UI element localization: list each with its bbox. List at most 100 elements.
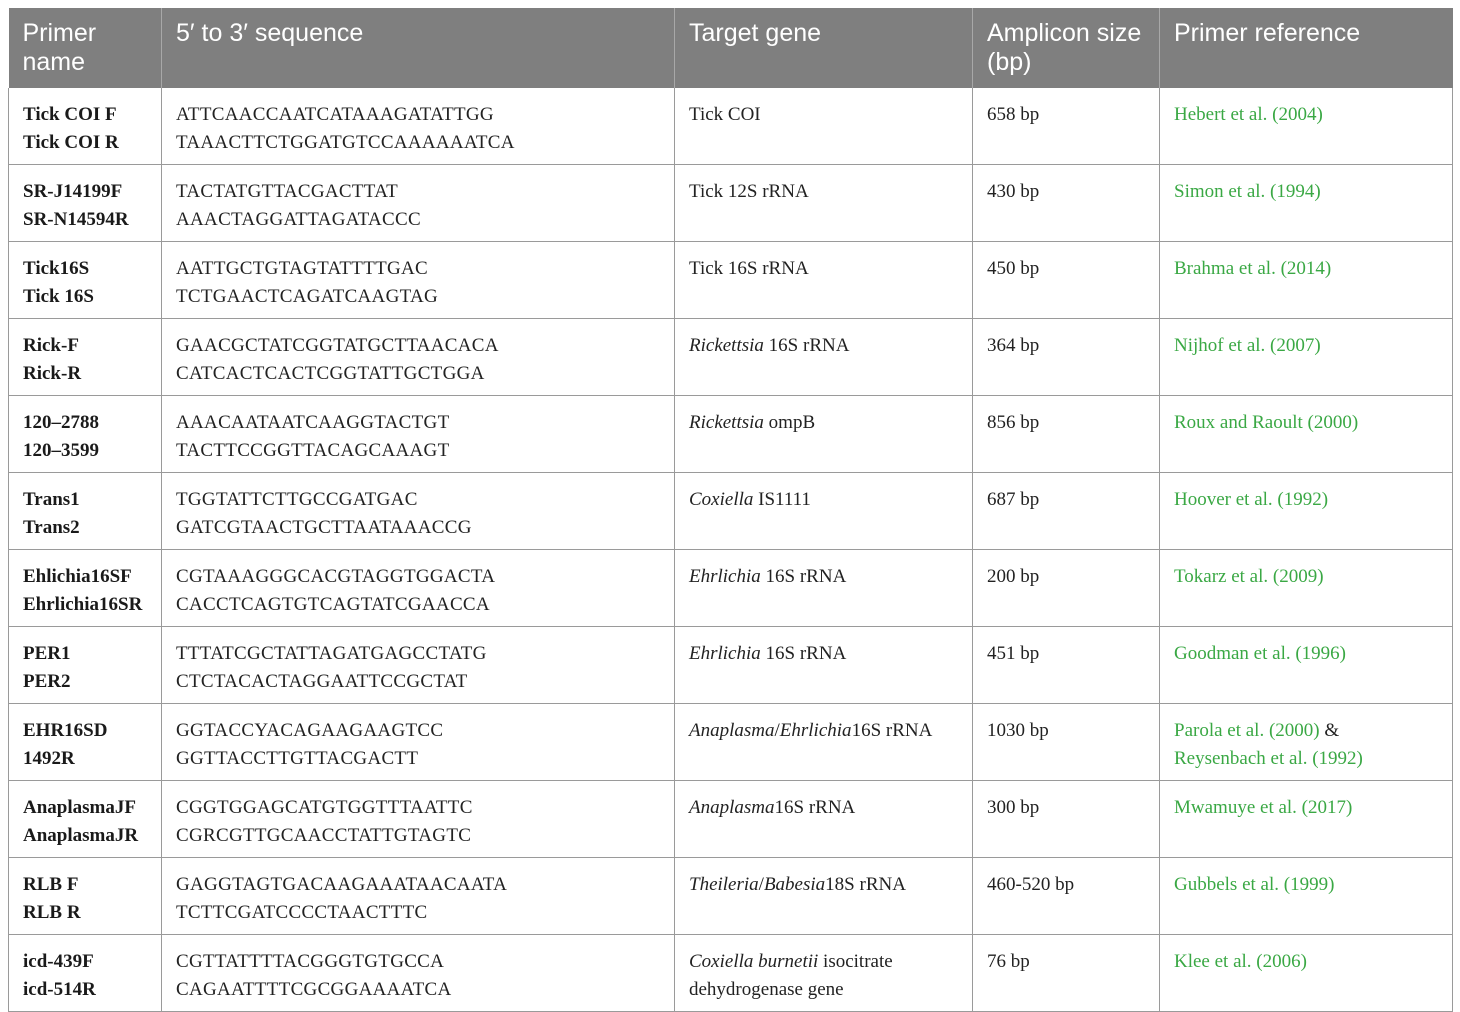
target-gene-line: Tick 16S rRNA [689, 255, 958, 283]
forward-primer-name: RLB F [23, 874, 79, 895]
table-row: 120–2788 120–3599 AAACAATAATCAAGGTACTGT TAC… [8, 395, 1453, 473]
amplicon-size: 430 bp [987, 181, 1040, 202]
reference-link[interactable]: Nijhof et al. (2007) [1174, 335, 1321, 356]
amplicon-size-cell: 658 bp [972, 88, 1160, 165]
reference-link[interactable]: Roux and Raoult (2000) [1174, 412, 1358, 433]
target-gene-line: Tick COI [689, 101, 958, 129]
amplicon-size: 658 bp [987, 104, 1040, 125]
gene-text: isocitrate [818, 951, 893, 972]
target-gene-cell: Coxiella burnetii isocitrate dehydrogenas… [674, 934, 973, 1012]
reference-line: Brahma et al. (2014) [1174, 255, 1438, 283]
primer-reference-cell: Roux and Raoult (2000) [1159, 395, 1453, 473]
primer-reference-cell: Parola et al. (2000) & Reysenbach et al. … [1159, 703, 1453, 781]
amplicon-size: 76 bp [987, 951, 1030, 972]
reference-line: Gubbels et al. (1999) [1174, 871, 1438, 899]
target-gene-cell: Tick COI [674, 88, 973, 165]
amplicon-size: 200 bp [987, 566, 1040, 587]
organism-name: Anaplasma [689, 720, 775, 741]
reference-link[interactable]: Brahma et al. (2014) [1174, 258, 1331, 279]
reverse-sequence: CGRCGTTGCAACCTATTGTAGTC [176, 824, 472, 846]
forward-sequence: AAACAATAATCAAGGTACTGT [176, 412, 450, 433]
reference-link[interactable]: Tokarz et al. (2009) [1174, 566, 1324, 587]
target-gene-line: Rickettsia 16S rRNA [689, 332, 958, 360]
organism-name: Theileria [689, 874, 759, 895]
amplicon-size-cell: 451 bp [972, 626, 1160, 704]
forward-primer-name: 120–2788 [23, 412, 99, 433]
reference-line: Tokarz et al. (2009) [1174, 563, 1438, 591]
amplicon-size-cell: 856 bp [972, 395, 1160, 473]
reference-line: Simon et al. (1994) [1174, 178, 1438, 206]
reverse-primer-name: icd-514R [23, 978, 96, 1000]
amplicon-size-cell: 687 bp [972, 472, 1160, 550]
organism-name: Ehrlichia [689, 643, 761, 664]
amplicon-size-cell: 430 bp [972, 164, 1160, 242]
forward-primer-name: Trans1 [23, 489, 80, 510]
reference-link[interactable]: Reysenbach et al. (1992) [1174, 748, 1363, 769]
amplicon-size-cell: 460-520 bp [972, 857, 1160, 935]
forward-primer-name: PER1 [23, 643, 71, 664]
target-gene-cell: Anaplasma16S rRNA [674, 780, 973, 858]
organism-name: Rickettsia [689, 412, 764, 433]
primer-reference-cell: Gubbels et al. (1999) [1159, 857, 1453, 935]
target-gene-cell: Rickettsia 16S rRNA [674, 318, 973, 396]
reference-link[interactable]: Klee et al. (2006) [1174, 951, 1307, 972]
reference-link[interactable]: Mwamuye et al. (2017) [1174, 797, 1352, 818]
reverse-sequence: CAGAATTTTCGCGGAAAATCA [176, 978, 452, 1000]
sequence-cell: GAGGTAGTGACAAGAAATAACAATA TCTTCGATCCCCTAA… [161, 857, 675, 935]
target-gene-line: Anaplasma16S rRNA [689, 794, 958, 822]
primer-name-cell: RLB F RLB R [8, 857, 162, 935]
reference-link[interactable]: Parola et al. (2000) [1174, 720, 1320, 741]
sequence-cell: AAACAATAATCAAGGTACTGT TACTTCCGGTTACAGCAAA… [161, 395, 675, 473]
primer-name-cell: Trans1 Trans2 [8, 472, 162, 550]
forward-sequence: GAACGCTATCGGTATGCTTAACACA [176, 335, 499, 356]
reference-link[interactable]: Hoover et al. (1992) [1174, 489, 1328, 510]
amplicon-size-cell: 300 bp [972, 780, 1160, 858]
reference-link[interactable]: Gubbels et al. (1999) [1174, 874, 1334, 895]
primer-reference-cell: Hoover et al. (1992) [1159, 472, 1453, 550]
gene-text: Tick 12S rRNA [689, 181, 809, 202]
primer-reference-cell: Klee et al. (2006) [1159, 934, 1453, 1012]
target-gene-line: Ehrlichia 16S rRNA [689, 563, 958, 591]
target-gene-line: Ehrlichia 16S rRNA [689, 640, 958, 668]
forward-primer-name: icd-439F [23, 951, 94, 972]
target-gene-line: Coxiella burnetii isocitrate [689, 948, 958, 976]
target-gene-cell: Tick 16S rRNA [674, 241, 973, 319]
sequence-cell: AATTGCTGTAGTATTTTGAC TCTGAACTCAGATCAAGTAG [161, 241, 675, 319]
primer-name-cell: Ehlichia16SF Ehrlichia16SR [8, 549, 162, 627]
target-gene-cell: Ehrlichia 16S rRNA [674, 549, 973, 627]
sequence-cell: ATTCAACCAATCATAAAGATATTGG TAAACTTCTGGATGT… [161, 88, 675, 165]
organism-name: Coxiella burnetii [689, 951, 819, 972]
reference-link[interactable]: Simon et al. (1994) [1174, 181, 1321, 202]
reverse-sequence: GATCGTAACTGCTTAATAAACCG [176, 516, 472, 538]
amplicon-size: 300 bp [987, 797, 1040, 818]
reference-link[interactable]: Hebert et al. (2004) [1174, 104, 1323, 125]
header-sequence: 5′ to 3′ sequence [161, 8, 675, 88]
amplicon-size: 1030 bp [987, 720, 1049, 741]
forward-sequence: ATTCAACCAATCATAAAGATATTGG [176, 104, 494, 125]
forward-primer-name: SR-J14199F [23, 181, 123, 202]
header-target-gene: Target gene [674, 8, 973, 88]
reverse-primer-name: SR-N14594R [23, 208, 129, 230]
reverse-primer-name: Ehrlichia16SR [23, 593, 143, 615]
table-row: Tick COI F Tick COI R ATTCAACCAATCATAAAGAT… [8, 88, 1453, 165]
target-gene-line: Anaplasma/Ehrlichia16S rRNA [689, 717, 958, 745]
forward-sequence: CGTTATTTTACGGGTGTGCCA [176, 951, 445, 972]
reverse-primer-name: 120–3599 [23, 439, 99, 461]
gene-text: Tick 16S rRNA [689, 258, 809, 279]
table-row: EHR16SD 1492R GGTACCYACAGAAGAAGTCC GGTTACCT… [8, 703, 1453, 781]
reference-link[interactable]: Goodman et al. (1996) [1174, 643, 1346, 664]
forward-primer-name: Tick16S [23, 258, 90, 279]
organism-name: Babesia [763, 874, 826, 895]
amplicon-size-cell: 200 bp [972, 549, 1160, 627]
header-amplicon-size: Amplicon size (bp) [972, 8, 1160, 88]
reverse-sequence: CTCTACACTAGGAATTCCGCTAT [176, 670, 468, 692]
target-gene-cell: Ehrlichia 16S rRNA [674, 626, 973, 704]
amplicon-size: 450 bp [987, 258, 1040, 279]
reverse-sequence: CACCTCAGTGTCAGTATCGAACCA [176, 593, 490, 615]
table-row: SR-J14199F SR-N14594R TACTATGTTACGACTTAT AA… [8, 164, 1453, 242]
table-row: PER1 PER2 TTTATCGCTATTAGATGAGCCTATG CTCTACA… [8, 626, 1453, 704]
primer-reference-cell: Nijhof et al. (2007) [1159, 318, 1453, 396]
reverse-sequence: TACTTCCGGTTACAGCAAAGT [176, 439, 450, 461]
gene-text: 16S rRNA [851, 720, 933, 741]
table-row: Rick-F Rick-R GAACGCTATCGGTATGCTTAACACA CAT… [8, 318, 1453, 396]
